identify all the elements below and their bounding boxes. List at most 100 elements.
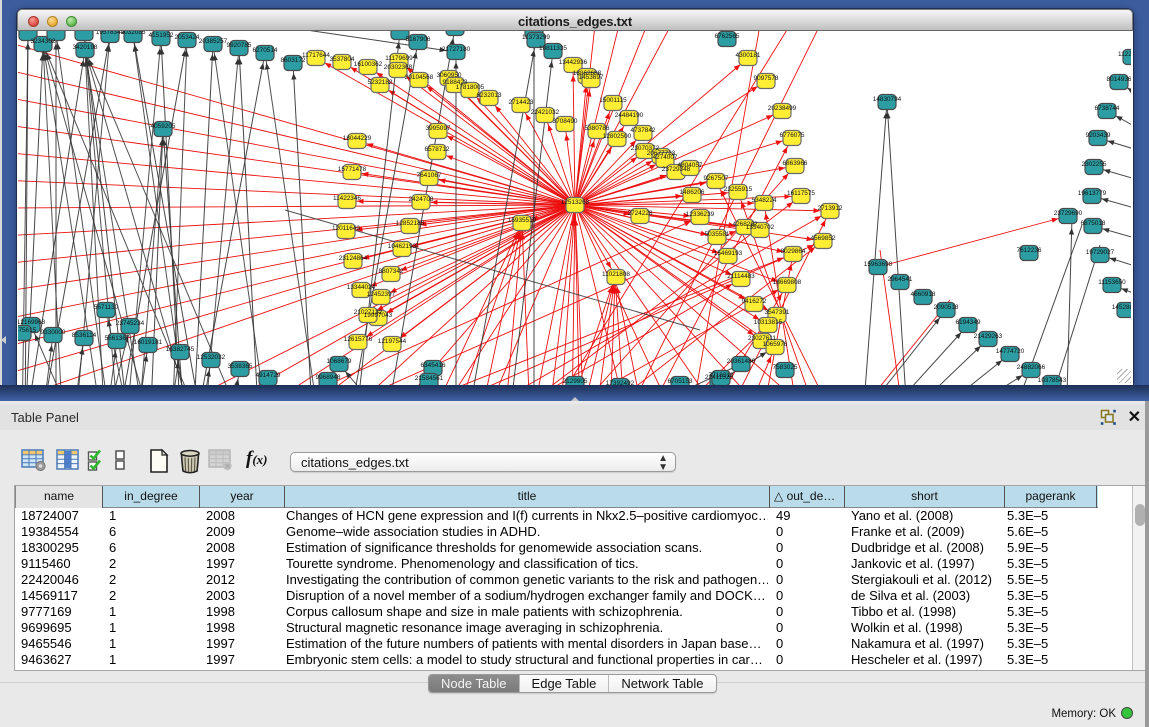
svg-text:20302368: 20302368 <box>384 64 413 71</box>
svg-text:6345416: 6345416 <box>421 362 446 369</box>
svg-text:11179699: 11179699 <box>385 55 413 62</box>
svg-text:24882066: 24882066 <box>1017 364 1046 371</box>
svg-text:8807342: 8807342 <box>379 268 404 275</box>
svg-text:5661367: 5661367 <box>105 335 130 342</box>
svg-text:23255915: 23255915 <box>724 186 753 193</box>
svg-text:6270514: 6270514 <box>253 47 278 54</box>
svg-text:4032085: 4032085 <box>121 31 146 36</box>
svg-text:9968948: 9968948 <box>316 374 341 381</box>
svg-text:3708490: 3708490 <box>553 118 578 125</box>
svg-text:8029864: 8029864 <box>781 248 806 255</box>
svg-text:21727180: 21727180 <box>442 46 471 53</box>
svg-text:8014936: 8014936 <box>1107 76 1131 83</box>
svg-text:5232182: 5232182 <box>368 79 393 86</box>
svg-text:11422346: 11422346 <box>333 195 361 202</box>
svg-text:12169968: 12169968 <box>18 319 46 326</box>
svg-text:19613779: 19613779 <box>1078 190 1107 197</box>
svg-text:4300181: 4300181 <box>736 52 761 59</box>
svg-text:9097578: 9097578 <box>754 75 779 82</box>
svg-text:6578712: 6578712 <box>425 146 450 153</box>
svg-text:2713912: 2713912 <box>818 205 843 212</box>
svg-text:11717644: 11717644 <box>302 52 330 59</box>
svg-text:1065976: 1065976 <box>763 341 788 348</box>
svg-text:2053424: 2053424 <box>175 34 200 41</box>
svg-text:23745234: 23745234 <box>116 320 145 327</box>
svg-text:4804057: 4804057 <box>678 162 703 169</box>
svg-text:4914729: 4914729 <box>256 372 281 379</box>
svg-text:13540702: 13540702 <box>746 224 775 231</box>
svg-text:12336239: 12336239 <box>686 211 715 218</box>
svg-text:20104568: 20104568 <box>405 74 434 81</box>
svg-text:22421032: 22421032 <box>531 109 560 116</box>
svg-text:9267507: 9267507 <box>704 175 729 182</box>
svg-text:18811335: 18811335 <box>539 45 567 52</box>
svg-text:21584561: 21584561 <box>415 375 444 382</box>
svg-text:6194349: 6194349 <box>956 319 981 326</box>
svg-text:2964541: 2964541 <box>888 276 913 283</box>
svg-text:10313815: 10313815 <box>754 319 783 326</box>
svg-text:5380786: 5380786 <box>585 125 610 132</box>
svg-text:3537804: 3537804 <box>330 56 355 63</box>
svg-text:2424708: 2424708 <box>409 196 434 203</box>
svg-text:12197544: 12197544 <box>378 338 407 345</box>
svg-text:20385257: 20385257 <box>199 38 228 45</box>
svg-text:21114483: 21114483 <box>727 273 755 280</box>
svg-text:5035581: 5035581 <box>705 231 730 238</box>
svg-text:16100362: 16100362 <box>354 61 383 68</box>
svg-text:21429263: 21429263 <box>974 333 1003 340</box>
svg-text:12615776: 12615776 <box>344 336 373 343</box>
svg-text:1453697: 1453697 <box>579 74 604 81</box>
svg-text:16675615: 16675615 <box>18 327 37 334</box>
svg-text:14528829: 14528829 <box>1112 304 1131 311</box>
svg-text:4660918: 4660918 <box>911 291 936 298</box>
svg-text:17818005: 17818005 <box>456 84 485 91</box>
svg-text:4151952: 4151952 <box>149 32 174 39</box>
svg-text:7718312: 7718312 <box>709 372 734 379</box>
svg-text:1486206: 1486206 <box>680 189 705 196</box>
svg-text:2090518: 2090518 <box>934 304 959 311</box>
svg-text:16019181: 16019181 <box>134 339 163 346</box>
svg-text:11021808: 11021808 <box>602 271 630 278</box>
svg-text:16382745: 16382745 <box>166 346 195 353</box>
svg-text:6863966: 6863966 <box>783 160 808 167</box>
svg-text:15963698: 15963698 <box>864 261 893 268</box>
svg-text:3234302: 3234302 <box>31 38 56 45</box>
svg-text:4569852: 4569852 <box>811 235 836 242</box>
svg-text:13442936: 13442936 <box>559 59 588 66</box>
svg-text:15935510: 15935510 <box>508 217 537 224</box>
svg-text:3538365: 3538365 <box>228 363 253 370</box>
svg-text:18044229: 18044229 <box>343 135 372 142</box>
svg-text:12011649: 12011649 <box>332 225 360 232</box>
svg-text:7641067: 7641067 <box>417 172 442 179</box>
svg-text:9203439: 9203439 <box>1086 132 1111 139</box>
svg-text:9330000: 9330000 <box>41 329 66 336</box>
svg-text:2724228: 2724228 <box>628 210 653 217</box>
svg-text:5348224: 5348224 <box>752 197 777 204</box>
svg-text:6875018: 6875018 <box>1081 220 1106 227</box>
svg-text:8536114: 8536114 <box>72 332 97 339</box>
svg-text:18669808: 18669808 <box>773 279 802 286</box>
svg-text:12532032: 12532032 <box>197 354 226 361</box>
svg-text:20361486: 20361486 <box>727 358 756 365</box>
svg-text:12852188: 12852188 <box>396 220 425 227</box>
svg-text:12802500: 12802500 <box>603 133 632 140</box>
svg-text:10462193: 10462193 <box>388 243 417 250</box>
svg-text:3547391: 3547391 <box>765 309 790 316</box>
svg-text:6705153: 6705153 <box>668 378 693 385</box>
svg-text:5671130: 5671130 <box>94 304 119 311</box>
svg-text:20238499: 20238499 <box>768 105 797 112</box>
svg-text:12452397: 12452397 <box>367 291 396 298</box>
svg-text:6738744: 6738744 <box>1095 105 1120 112</box>
svg-text:15469193: 15469193 <box>714 250 743 257</box>
svg-text:11153650: 11153650 <box>1098 279 1126 286</box>
svg-text:10378543: 10378543 <box>1038 377 1067 384</box>
svg-text:1068679: 1068679 <box>327 358 352 365</box>
svg-text:7612236: 7612236 <box>1017 247 1042 254</box>
svg-text:3060950: 3060950 <box>437 72 462 79</box>
svg-text:24484190: 24484190 <box>615 112 644 119</box>
svg-text:3995097: 3995097 <box>426 125 451 132</box>
svg-text:15001115: 15001115 <box>599 97 627 104</box>
svg-text:7583025: 7583025 <box>773 364 798 371</box>
svg-text:15771478: 15771478 <box>338 166 367 173</box>
svg-text:16117575: 16117575 <box>787 190 815 197</box>
